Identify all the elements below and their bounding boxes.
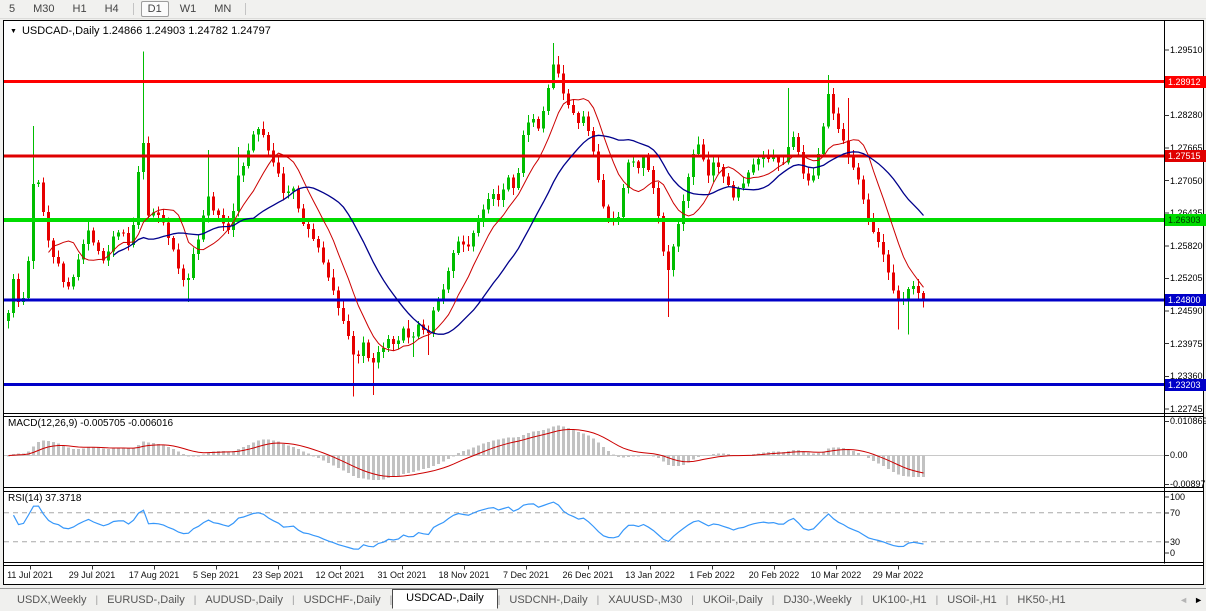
date-tick-label: 29 Mar 2022 — [872, 570, 924, 580]
rsi-tick-label: 30 — [1170, 536, 1181, 547]
tab-ukoil-[interactable]: UKOil-,Daily — [694, 592, 772, 608]
macd-tick-label: 0.00 — [1170, 450, 1188, 460]
date-tick-label: 1 Feb 2022 — [689, 570, 735, 580]
chart-ohlc-values: 1.24866 1.24903 1.24782 1.24797 — [102, 25, 271, 37]
date-tick-label: 13 Jan 2022 — [625, 570, 675, 580]
price-level-badge: 1.26303 — [1165, 214, 1206, 227]
price-level-badge: 1.27515 — [1165, 149, 1206, 162]
chart-canvas[interactable] — [0, 0, 1206, 611]
price-tick-label: 1.23975 — [1170, 338, 1203, 349]
price-tick-label: 1.22745 — [1170, 404, 1203, 415]
rsi-indicator-label: RSI(14) 37.3718 — [8, 493, 82, 504]
price-level-badge: 1.28912 — [1165, 75, 1206, 88]
tab-usoil-[interactable]: USOil-,H1 — [938, 592, 1006, 608]
price-tick-label: 1.29510 — [1170, 45, 1203, 55]
macd-tick-label: 0.010869 — [1170, 416, 1206, 426]
price-tick-label: 1.25820 — [1170, 240, 1203, 251]
tab-scroll-right-icon[interactable]: ► — [1194, 595, 1203, 605]
tab-usdx[interactable]: USDX,Weekly — [8, 592, 95, 608]
tab-audusd-[interactable]: AUDUSD-,Daily — [196, 592, 292, 608]
date-tick-label: 17 Aug 2021 — [128, 570, 180, 580]
tab-eurusd-[interactable]: EURUSD-,Daily — [98, 592, 194, 608]
chart-title: ▼ USDCAD-,Daily 1.24866 1.24903 1.24782 1… — [10, 25, 271, 37]
rsi-tick-label: 70 — [1170, 507, 1181, 518]
tab-usdcad-[interactable]: USDCAD-,Daily — [392, 589, 498, 609]
macd-indicator-label: MACD(12,26,9) -0.005705 -0.006016 — [8, 418, 174, 429]
tab-scroll-arrows: ◄ ► — [1179, 595, 1203, 605]
date-tick-label: 26 Dec 2021 — [562, 570, 614, 580]
date-tick-label: 5 Sep 2021 — [192, 570, 240, 580]
price-level-badge: 1.24800 — [1165, 293, 1206, 306]
date-tick-label: 12 Oct 2021 — [315, 570, 365, 580]
tab-usdchf-[interactable]: USDCHF-,Daily — [295, 592, 390, 608]
date-tick-label: 29 Jul 2021 — [68, 570, 116, 580]
macd-tick-label: -0.00897 — [1170, 479, 1206, 489]
price-level-badge: 1.23203 — [1165, 378, 1206, 391]
rsi-tick-label: 100 — [1170, 492, 1186, 502]
tab-scroll-left-icon[interactable]: ◄ — [1179, 595, 1188, 605]
price-tick-label: 1.24590 — [1170, 306, 1203, 317]
date-tick-label: 18 Nov 2021 — [438, 570, 490, 580]
tab-usdcnh-[interactable]: USDCNH-,Daily — [500, 592, 596, 608]
date-tick-label: 10 Mar 2022 — [810, 570, 862, 580]
symbol-tab-bar: USDX,Weekly | EURUSD-,Daily | AUDUSD-,Daily |… — [0, 588, 1206, 611]
price-tick-label: 1.28280 — [1170, 110, 1203, 121]
tab-uk100-[interactable]: UK100-,H1 — [863, 592, 935, 608]
date-tick-label: 11 Jul 2021 — [7, 570, 53, 580]
rsi-tick-label: 0 — [1170, 548, 1176, 558]
tab-xauusd-[interactable]: XAUUSD-,M30 — [599, 592, 691, 608]
price-tick-label: 1.27050 — [1170, 175, 1203, 186]
chart-symbol-period: USDCAD-,Daily — [21, 25, 100, 37]
price-tick-label: 1.25205 — [1170, 273, 1203, 284]
tab-hk50-[interactable]: HK50-,H1 — [1008, 592, 1074, 608]
date-tick-label: 7 Dec 2021 — [502, 570, 550, 580]
date-tick-label: 31 Oct 2021 — [377, 570, 427, 580]
date-tick-label: 23 Sep 2021 — [252, 570, 304, 580]
date-tick-label: 20 Feb 2022 — [748, 570, 800, 580]
tab-dj30-[interactable]: DJ30-,Weekly — [774, 592, 860, 608]
chevron-down-icon[interactable]: ▼ — [10, 28, 17, 35]
